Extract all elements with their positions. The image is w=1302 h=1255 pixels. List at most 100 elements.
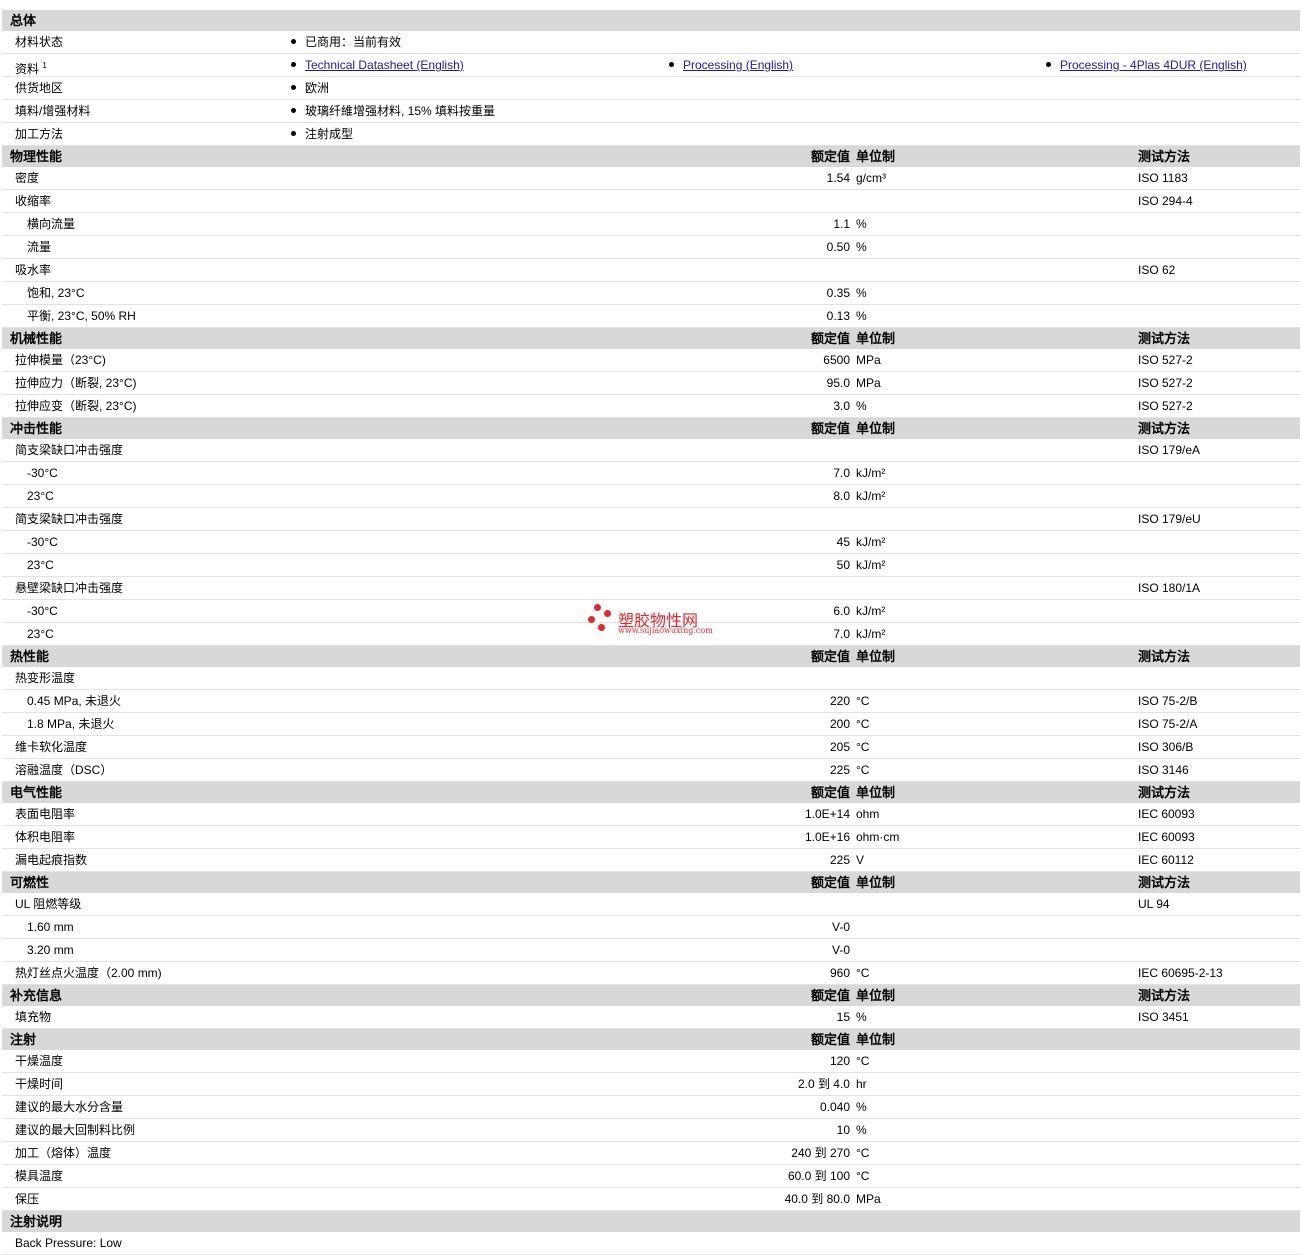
test-method: ISO 294-4 <box>1138 194 1193 208</box>
property-value: 45 <box>836 535 850 549</box>
property-unit: kJ/m² <box>856 535 886 549</box>
general-row: 资料 1 Technical Datasheet (English) Process… <box>2 54 1300 77</box>
property-value: 95.0 <box>826 376 850 390</box>
property-label: 填充物 <box>15 1010 52 1024</box>
property-label: 建议的最大回制料比例 <box>15 1123 136 1137</box>
test-method: IEC 60112 <box>1138 853 1194 867</box>
property-value: 欧洲 <box>305 81 330 95</box>
document-link[interactable]: Processing (English) <box>683 58 793 72</box>
test-method: ISO 1183 <box>1138 171 1188 185</box>
property-label: 溶融温度（DSC） <box>15 763 113 777</box>
bullet-dot <box>291 62 296 68</box>
property-value: 240 到 270 <box>791 1146 850 1160</box>
property-unit: °C <box>856 966 870 980</box>
property-row: 维卡软化温度 205 °C ISO 306/B <box>2 736 1300 759</box>
section-header: 机械性能 额定值 单位制 测试方法 <box>2 328 1300 349</box>
property-value: 7.0 <box>833 627 850 641</box>
property-unit: % <box>856 1010 867 1024</box>
unit-header: 单位制 <box>856 421 896 436</box>
property-value: 1.54 <box>826 171 850 185</box>
property-label: 平衡, 23°C, 50% RH <box>27 309 136 323</box>
property-unit: °C <box>856 694 870 708</box>
bullet-item[interactable]: Processing (English) <box>669 54 793 77</box>
property-label: 供货地区 <box>15 81 64 95</box>
property-value: 40.0 到 80.0 <box>784 1192 850 1206</box>
property-label: 热灯丝点火温度（2.00 mm) <box>15 966 162 980</box>
unit-header: 单位制 <box>856 988 896 1003</box>
section-title: 冲击性能 <box>10 421 63 436</box>
property-value: V-0 <box>831 920 850 934</box>
property-label: 加工方法 <box>15 127 64 141</box>
general-row: 供货地区 欧洲 <box>2 77 1300 100</box>
bullet-dot <box>291 39 296 45</box>
property-label: 悬壁梁缺口冲击强度 <box>15 581 124 595</box>
property-label: 0.45 MPa, 未退火 <box>27 694 122 708</box>
property-label: 1.60 mm <box>27 920 74 934</box>
test-method-header: 测试方法 <box>1138 988 1191 1003</box>
property-unit: % <box>856 240 867 254</box>
property-row: 热变形温度 <box>2 667 1300 690</box>
property-value: 1.0E+16 <box>804 830 850 844</box>
property-row: 简支梁缺口冲击强度 ISO 179/eU <box>2 508 1300 531</box>
document-link[interactable]: Processing - 4Plas 4DUR (English) <box>1060 58 1247 72</box>
property-label: 干燥时间 <box>15 1077 64 1091</box>
section-header: 热性能 额定值 单位制 测试方法 <box>2 646 1300 667</box>
property-label: 简支梁缺口冲击强度 <box>15 512 124 526</box>
property-label: 维卡软化温度 <box>15 740 88 754</box>
bullet-dot <box>291 131 296 137</box>
property-unit: % <box>856 1100 867 1114</box>
notes-text: Back Pressure: Low <box>15 1236 122 1250</box>
section-header-notes: 注射说明 <box>2 1211 1300 1232</box>
section-header: 注射 额定值 单位制 <box>2 1029 1300 1050</box>
property-value: 15 <box>836 1010 850 1024</box>
bullet-item[interactable]: Technical Datasheet (English) <box>291 54 464 77</box>
property-value: 3.0 <box>833 399 850 413</box>
property-value: 205 <box>829 740 850 754</box>
property-unit: kJ/m² <box>856 489 886 503</box>
test-method: ISO 179/eU <box>1138 512 1201 526</box>
test-method: ISO 306/B <box>1138 740 1194 754</box>
property-row: 23°C 50 kJ/m² <box>2 554 1300 577</box>
property-label: 表面电阻率 <box>15 807 76 821</box>
footnote-marker: 1 <box>42 61 47 70</box>
section-title: 总体 <box>10 13 37 28</box>
test-method: IEC 60695-2-13 <box>1138 966 1223 980</box>
property-label: 热变形温度 <box>15 671 76 685</box>
property-unit: % <box>856 1123 867 1137</box>
property-unit: hr <box>856 1077 867 1091</box>
property-value: 960 <box>829 966 850 980</box>
nominal-value-header: 额定值 <box>810 421 850 436</box>
nominal-value-header: 额定值 <box>810 988 850 1003</box>
property-unit: °C <box>856 717 870 731</box>
property-value: 225 <box>829 853 850 867</box>
notes-row: Back Pressure: Low <box>2 1232 1300 1255</box>
property-row: 填充物 15% ISO 3451 <box>2 1006 1300 1029</box>
test-method-header: 测试方法 <box>1138 149 1191 164</box>
bullet-dot <box>669 62 674 68</box>
property-value: V-0 <box>831 943 850 957</box>
section-header: 冲击性能 额定值 单位制 测试方法 <box>2 418 1300 439</box>
property-value: 注射成型 <box>305 127 354 141</box>
nominal-value-header: 额定值 <box>810 331 850 346</box>
property-value: 200 <box>829 717 850 731</box>
test-method: IEC 60093 <box>1138 807 1195 821</box>
property-label: 23°C <box>27 627 54 641</box>
watermark-logo: 塑胶物性网 www.sujiaowuxing.com <box>588 602 728 638</box>
property-value: 0.50 <box>826 240 850 254</box>
document-link[interactable]: Technical Datasheet (English) <box>305 58 464 72</box>
bullet-item: 注射成型 <box>291 123 353 146</box>
property-label: 拉伸应力（断裂, 23°C) <box>15 376 137 390</box>
property-row: 悬壁梁缺口冲击强度 ISO 180/1A <box>2 577 1300 600</box>
property-unit: MPa <box>856 1192 881 1206</box>
property-row: 3.20 mm V-0 <box>2 939 1300 962</box>
bullet-item: 已商用：当前有效 <box>291 31 401 54</box>
bullet-item[interactable]: Processing - 4Plas 4DUR (English) <box>1046 54 1247 77</box>
property-row: 横向流量 1.1% <box>2 213 1300 236</box>
property-label: 拉伸应变（断裂, 23°C) <box>15 399 137 413</box>
section-title: 补充信息 <box>10 988 63 1003</box>
property-row: 饱和, 23°C 0.35% <box>2 282 1300 305</box>
property-unit: V <box>856 853 865 867</box>
property-row: 热灯丝点火温度（2.00 mm) 960 °C IEC 60695-2-13 <box>2 962 1300 985</box>
property-unit: % <box>856 217 867 231</box>
property-row: 漏电起痕指数 225 V IEC 60112 <box>2 849 1300 872</box>
